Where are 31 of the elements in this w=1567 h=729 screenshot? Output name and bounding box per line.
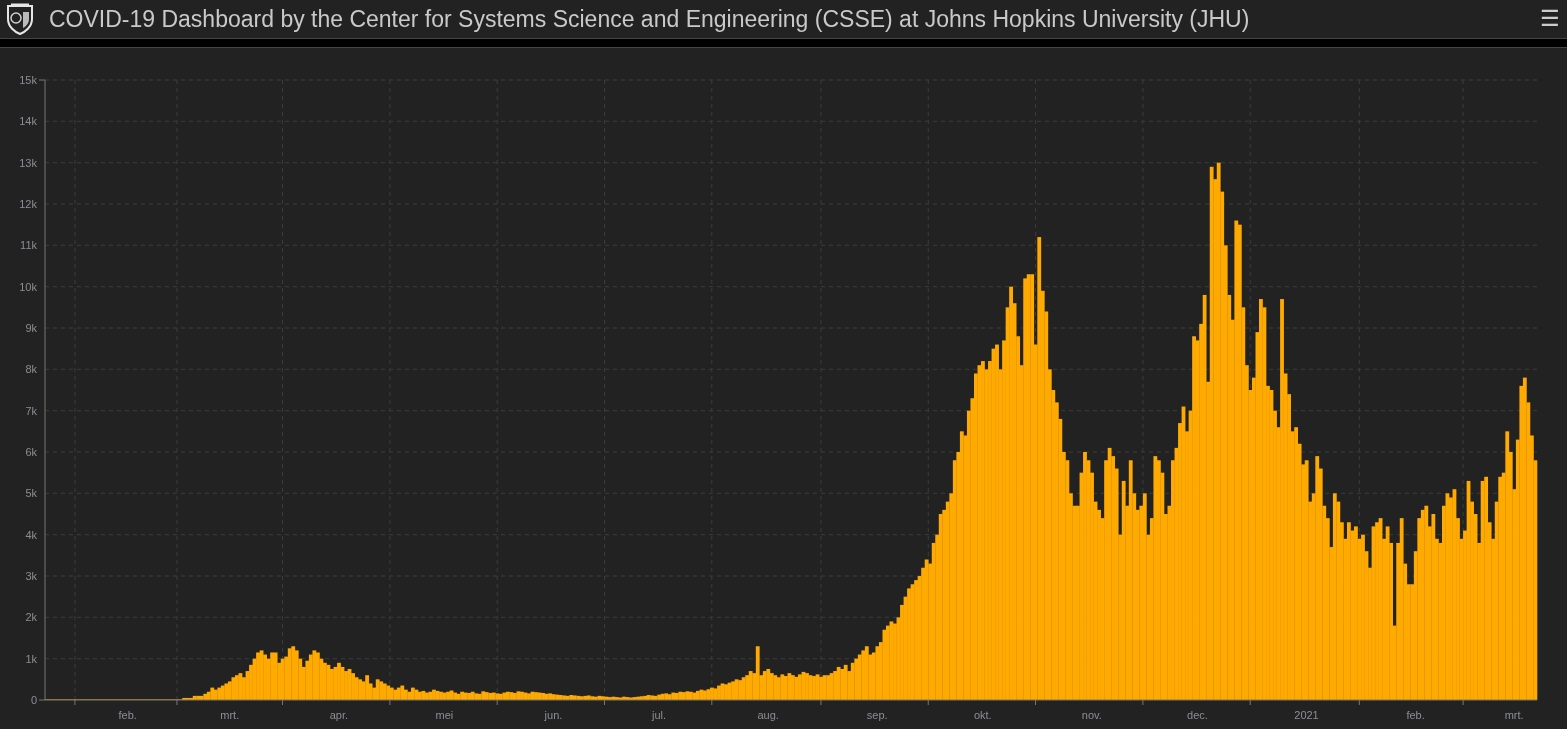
axis-label: 6k (25, 446, 37, 458)
axis-label: 2021 (1294, 709, 1319, 721)
axis-label: 14k (19, 115, 37, 128)
axis-label: 2k (25, 611, 37, 624)
axis-label: 9k (25, 322, 37, 334)
axis-label: 7k (25, 404, 37, 417)
axis-label: mrt. (220, 709, 240, 721)
axis-label: 1k (25, 652, 37, 665)
axis-label: 5k (25, 487, 37, 500)
axis-label: 3k (25, 570, 37, 582)
axis-label: mei (435, 709, 454, 721)
axis-label: 15k (19, 74, 37, 86)
axis-label: jul. (652, 709, 667, 721)
axis-label: 8k (25, 363, 37, 376)
axis-label: 13k (19, 156, 37, 169)
axis-label: dec. (1187, 709, 1208, 721)
dashboard-title: COVID-19 Dashboard by the Center for Systems Science and Engineering (CSSE) at Johns Hopkins University (JHU) (49, 7, 1250, 31)
axis-label: 11k (20, 239, 37, 252)
axis-label: 0 (30, 694, 37, 706)
axis-label: apr. (329, 709, 348, 721)
axis-label: 10k (19, 280, 37, 293)
axis-label: aug. (757, 709, 779, 721)
axis-label: 12k (19, 198, 37, 210)
axis-label: jun. (544, 709, 563, 721)
axis-label: mrt. (1504, 709, 1524, 721)
axis-label: 4k (25, 528, 37, 541)
axis-label: feb. (1406, 709, 1425, 721)
axis-label: feb. (118, 709, 137, 721)
axis-label: okt. (973, 709, 992, 721)
axis-label: sep. (866, 709, 888, 721)
axis-label: nov. (1081, 709, 1102, 721)
